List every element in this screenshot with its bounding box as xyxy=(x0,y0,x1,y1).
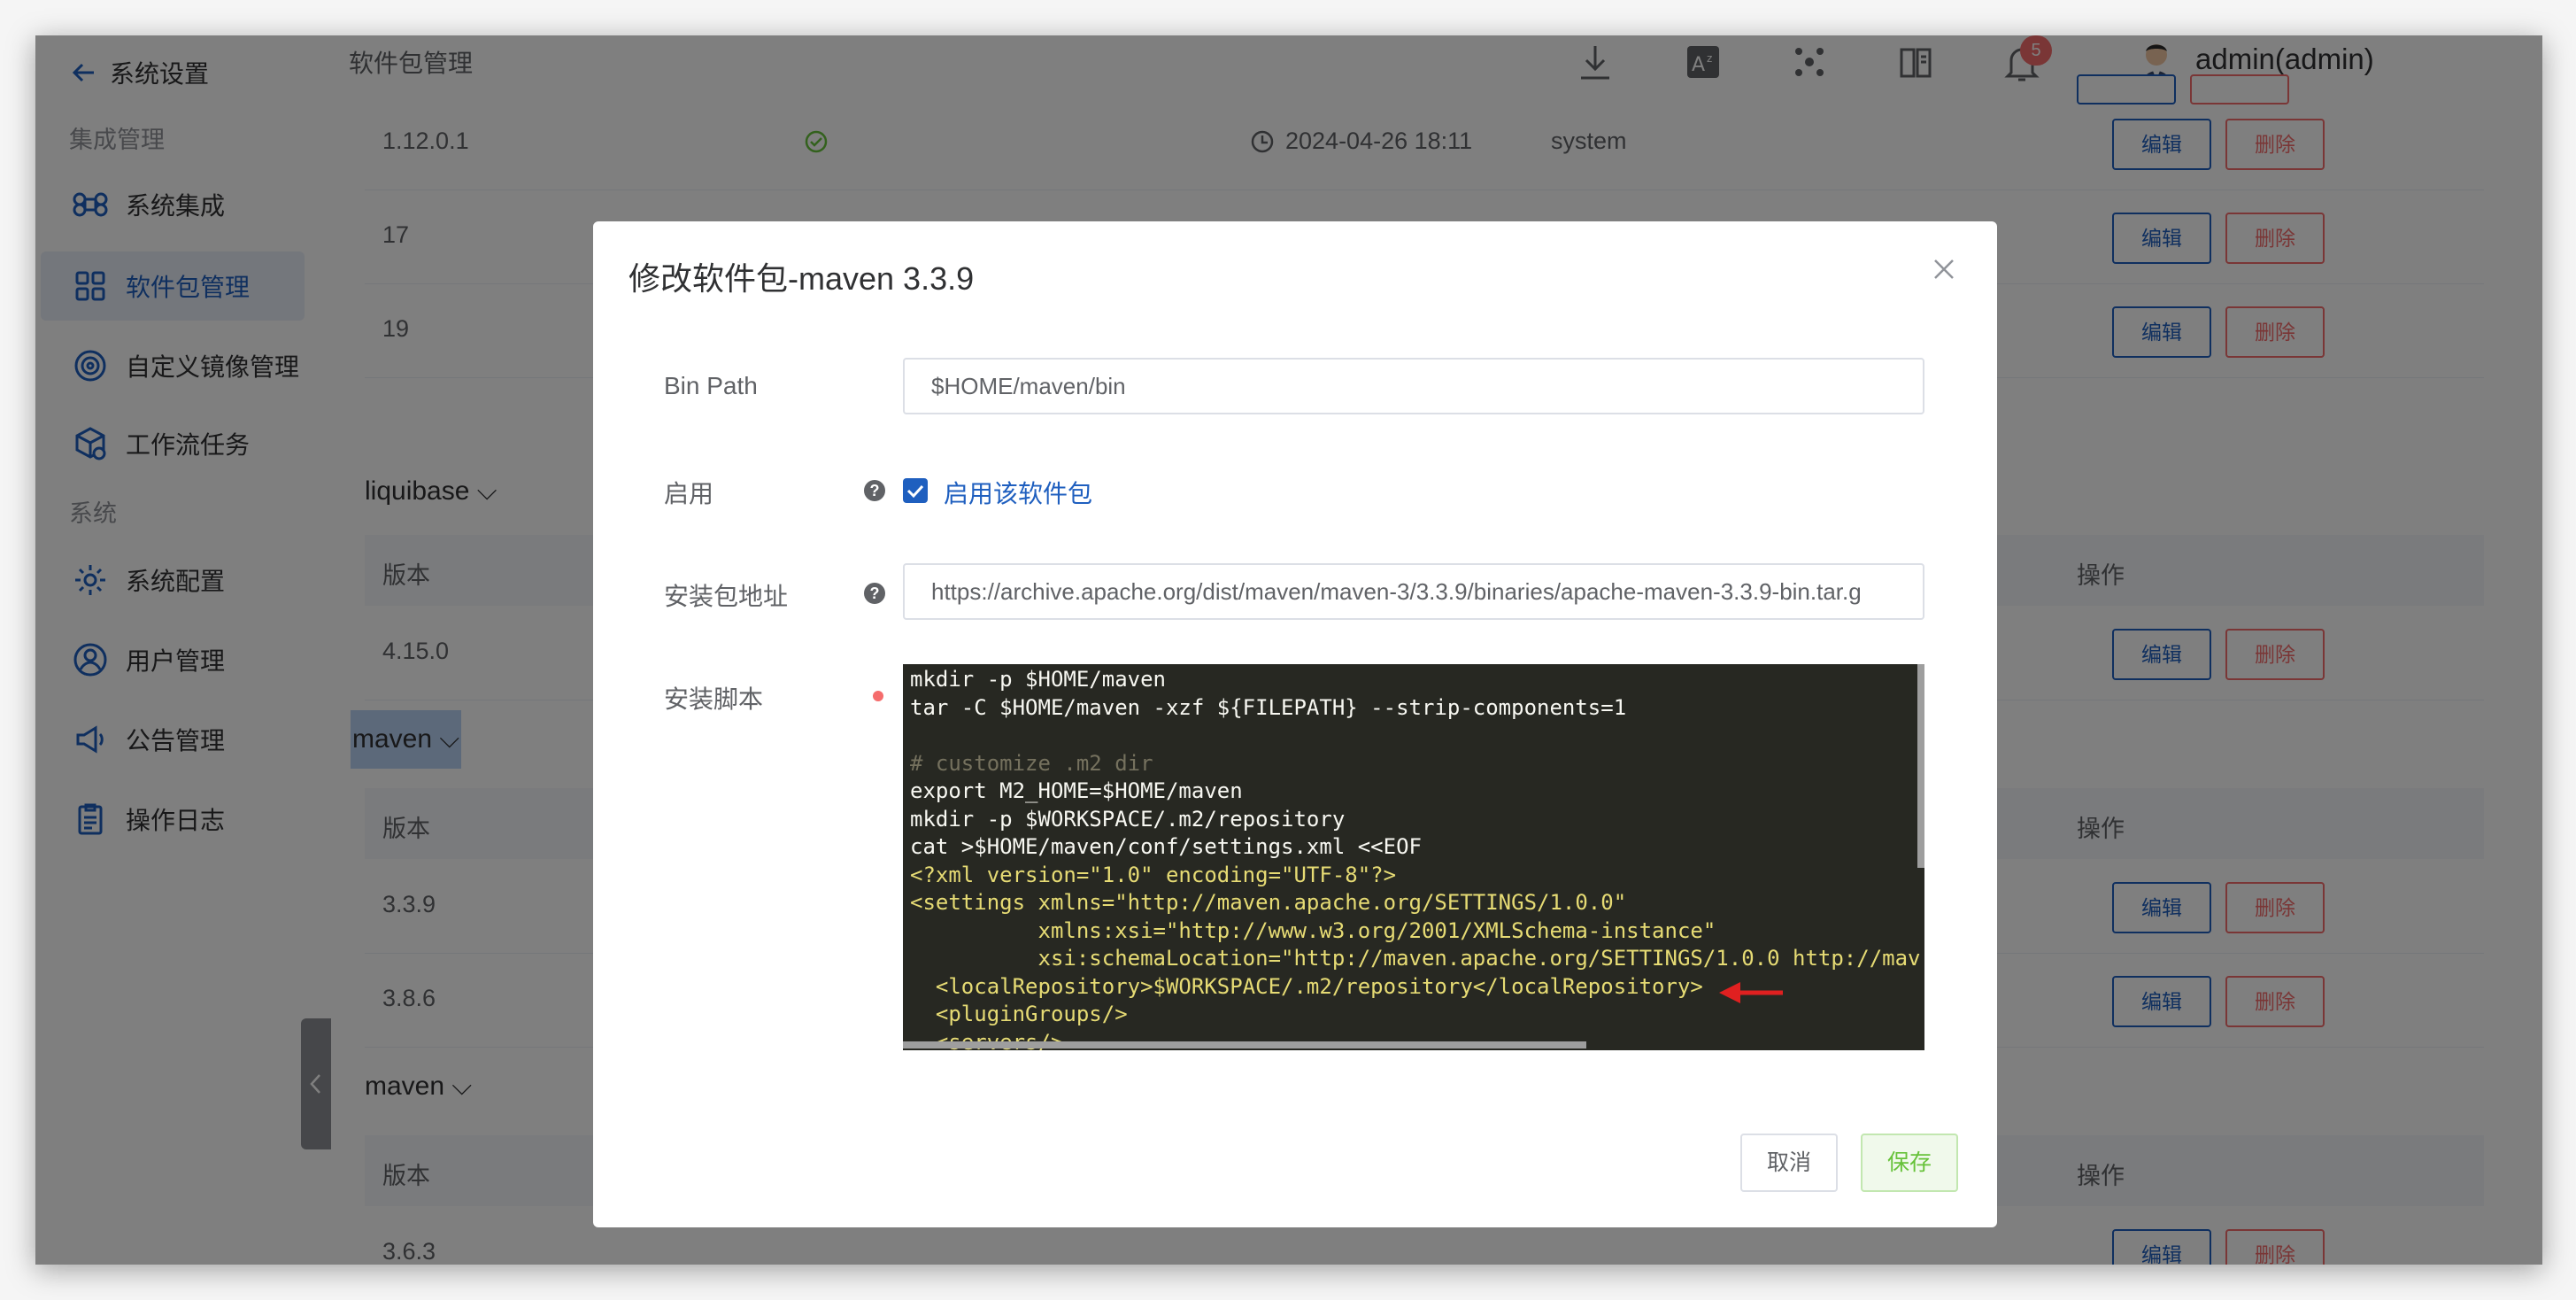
code-line: <localRepository>$WORKSPACE/.m2/reposito… xyxy=(910,973,1703,999)
code-line: <?xml version="1.0" encoding="UTF-8"?> xyxy=(910,862,1397,887)
enable-label: 启用 xyxy=(664,480,714,507)
bin-path-label: Bin Path xyxy=(664,372,758,399)
code-line: xmlns:xsi="http://www.w3.org/2001/XMLSch… xyxy=(910,917,1716,943)
help-icon[interactable]: ? xyxy=(864,583,885,604)
enable-checkbox[interactable] xyxy=(903,478,928,503)
dialog-title: 修改软件包-maven 3.3.9 xyxy=(629,260,975,297)
editor-horizontal-scrollbar[interactable] xyxy=(903,1041,1586,1049)
code-line: <settings xmlns="http://maven.apache.org… xyxy=(910,890,1627,915)
code-line: <pluginGroups/> xyxy=(910,1002,1128,1026)
close-icon[interactable] xyxy=(1932,257,1956,282)
code-line: mkdir -p $WORKSPACE/.m2/repository xyxy=(910,806,1346,832)
annotation-arrow-icon xyxy=(1719,982,1783,1003)
app-window: 系统设置 集成管理 系统集成 软件包管理 自定义镜像管理 工作流任务 系统 系统… xyxy=(35,35,2542,1265)
help-icon[interactable]: ? xyxy=(864,480,885,501)
editor-vertical-scrollbar[interactable] xyxy=(1917,664,1924,868)
code-line: # customize .m2 dir xyxy=(910,750,1153,776)
required-indicator xyxy=(873,691,883,701)
bin-path-input[interactable]: $HOME/maven/bin xyxy=(903,358,1924,414)
code-line: mkdir -p $HOME/maven xyxy=(910,667,1166,692)
checkmark-icon xyxy=(906,484,924,499)
package-url-input[interactable]: https://archive.apache.org/dist/maven/ma… xyxy=(903,563,1924,620)
install-script-editor[interactable]: mkdir -p $HOME/maven tar -C $HOME/maven … xyxy=(903,664,1924,1050)
install-script-label: 安装脚本 xyxy=(664,685,764,713)
cancel-button[interactable]: 取消 xyxy=(1740,1134,1838,1192)
code-line: xsi:schemaLocation="http://maven.apache.… xyxy=(910,946,1921,971)
save-button[interactable]: 保存 xyxy=(1861,1134,1958,1192)
package-url-label: 安装包地址 xyxy=(664,583,789,610)
code-line: cat >$HOME/maven/conf/settings.xml <<EOF xyxy=(910,834,1422,859)
enable-checkbox-label[interactable]: 启用该软件包 xyxy=(944,475,1092,510)
code-line: export M2_HOME=$HOME/maven xyxy=(910,778,1243,803)
edit-package-dialog: 修改软件包-maven 3.3.9 Bin Path $HOME/maven/b… xyxy=(593,221,1997,1227)
code-line: tar -C $HOME/maven -xzf ${FILEPATH} --st… xyxy=(910,694,1627,720)
